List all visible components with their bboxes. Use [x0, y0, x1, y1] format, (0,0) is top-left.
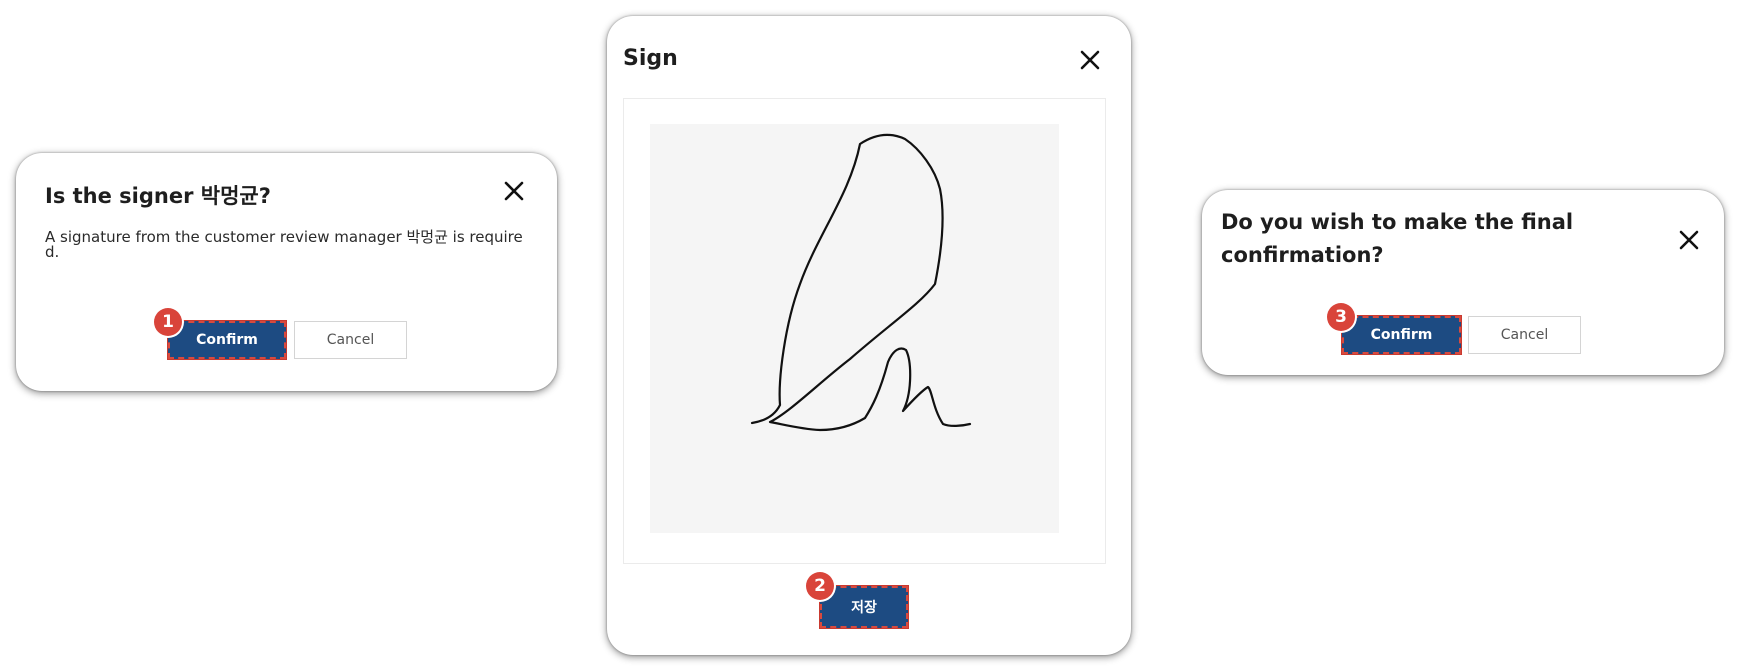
dialog-title: Do you wish to make the final confirmati…: [1221, 210, 1574, 267]
cancel-button[interactable]: Cancel: [1468, 316, 1581, 354]
close-icon[interactable]: [1676, 227, 1702, 253]
confirm-button[interactable]: Confirm: [167, 320, 287, 360]
step-badge: 3: [1327, 303, 1355, 331]
signature-pad[interactable]: [650, 124, 1059, 533]
close-icon[interactable]: [501, 178, 527, 204]
sign-dialog: Sign 저장 2: [607, 16, 1131, 655]
dialog-title: Sign: [623, 46, 678, 71]
signature-drawing: [750, 133, 972, 432]
save-button[interactable]: 저장: [819, 585, 909, 629]
confirm-button[interactable]: Confirm: [1341, 315, 1462, 355]
close-icon[interactable]: [1077, 47, 1103, 73]
step-badge: 2: [806, 572, 834, 600]
signer-confirm-dialog: Is the signer 박멍균? A signature from the …: [16, 153, 557, 391]
dialog-message: A signature from the customer review man…: [45, 228, 523, 261]
step-badge: 1: [154, 308, 182, 336]
dialog-title: Is the signer 박멍균?: [45, 184, 271, 208]
cancel-button[interactable]: Cancel: [294, 321, 407, 359]
final-confirm-dialog: Do you wish to make the final confirmati…: [1202, 190, 1724, 375]
